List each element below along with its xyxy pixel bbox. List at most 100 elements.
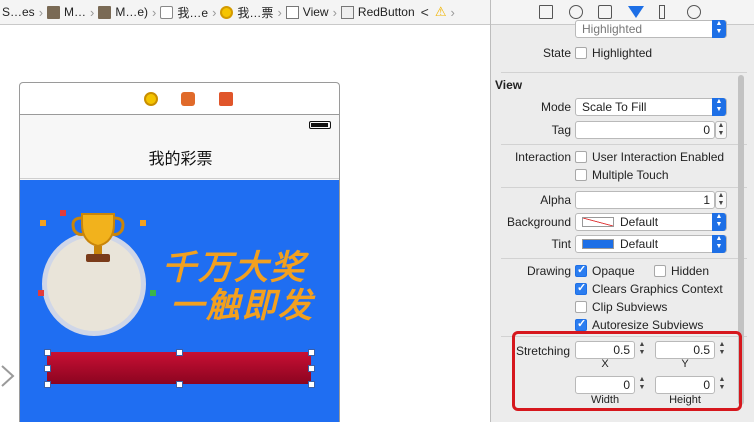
breadcrumb-label: M…e) [115,5,149,19]
mode-value: Scale To Fill [582,100,647,114]
folder-icon [47,5,61,19]
entry-point-arrow-icon [1,365,15,387]
resize-handle[interactable] [308,381,315,388]
resize-handle[interactable] [44,381,51,388]
red-button[interactable] [47,352,311,384]
chevron-right-icon: › [332,4,337,20]
view-controller-icon[interactable] [144,92,158,106]
jump-bar: S…es › M… › M…e) › 我…e › 我…票 › View › Re… [0,0,490,25]
breadcrumb-redbutton[interactable]: RedButton [339,0,417,24]
highlighted-label: Highlighted [582,22,643,36]
tag-stepper[interactable]: ▲ ▼ [715,121,727,139]
confetti-icon [150,290,156,296]
interaction-label: Interaction [514,150,571,164]
autoresize-checkbox[interactable] [575,317,587,331]
chevron-right-icon: › [38,4,44,20]
background-select[interactable]: Default ▲ ▼ [575,213,727,231]
divider [501,144,747,145]
hidden-label: Hidden [671,264,710,278]
resize-handle[interactable] [176,381,183,388]
tint-select[interactable]: Default ▲ ▼ [575,235,727,253]
color-swatch [582,239,614,249]
clears-graphics-checkbox[interactable] [575,281,587,295]
breadcrumb-label: 我…票 [237,5,274,20]
clip-subviews-checkbox[interactable] [575,301,587,313]
chevron-updown-icon: ▲ ▼ [712,20,726,38]
highlighted-checkbox[interactable] [575,47,587,59]
hidden-checkbox[interactable] [654,265,666,277]
size-inspector-icon[interactable] [659,5,665,19]
opaque-label: Opaque [592,264,635,278]
tag-label: Tag [551,123,571,137]
background-label: Background [506,215,571,229]
tint-label: Tint [551,237,571,251]
connections-inspector-icon[interactable] [687,5,701,19]
multiple-touch-checkbox[interactable] [575,169,587,181]
chevron-right-icon: › [212,4,217,20]
battery-icon [309,121,331,129]
chevron-right-icon: › [152,4,157,20]
scene-dock [19,82,340,114]
section-title-view: View [495,78,523,92]
confetti-icon [140,220,146,226]
multiple-touch-label: Multiple Touch [592,168,669,182]
breadcrumb-view[interactable]: View [284,0,331,24]
opaque-checkbox[interactable] [575,263,587,277]
next-issue-button[interactable]: › [448,5,456,20]
file-inspector-icon[interactable] [539,5,553,19]
multiple-touch-row: Multiple Touch [491,166,754,184]
tint-row: Tint Default ▲ ▼ [491,235,754,253]
background-value: Default [620,215,659,229]
image-view-icon [340,5,354,19]
confetti-icon [38,290,44,296]
user-interaction-checkbox[interactable] [575,151,587,163]
clip-subviews-row: Clip Subviews [491,298,754,316]
attributes-inspector-icon[interactable] [628,6,644,18]
interaction-row: Interaction User Interaction Enabled [491,148,754,166]
warning-icon[interactable]: ⚠ [433,4,449,20]
breadcrumb-project[interactable]: S…es [0,0,37,24]
previous-issue-button[interactable]: < [417,4,433,20]
first-responder-icon[interactable] [181,92,195,106]
autoresize-label: Autoresize Subviews [592,318,704,332]
storyboard-canvas[interactable]: 我的彩票 千万大奖 一触即发 [0,26,490,422]
resize-handle[interactable] [308,365,315,372]
mode-select[interactable]: Scale To Fill ▲ ▼ [575,98,727,116]
resize-handle[interactable] [308,349,315,356]
tint-value: Default [620,237,659,251]
chevron-right-icon: › [277,4,282,20]
highlighted-image-field[interactable]: Highlighted ▲ ▼ [575,20,727,38]
breadcrumb-label: View [302,5,329,19]
exit-icon[interactable] [219,92,233,106]
navigation-bar[interactable]: 我的彩票 [20,135,339,179]
alpha-field[interactable]: 1 [575,191,715,209]
identity-inspector-icon[interactable] [598,5,612,19]
chevron-updown-icon: ▲ ▼ [712,98,726,116]
folder-icon [98,5,112,19]
clip-subviews-label: Clip Subviews [592,300,668,314]
confetti-icon [60,210,66,216]
highlighted-checkbox-label: Highlighted [592,46,653,60]
state-label: State [542,46,571,60]
tag-row: Tag 0 ▲ ▼ [491,121,754,139]
clears-graphics-row: Clears Graphics Context [491,280,754,298]
alpha-stepper[interactable]: ▲ ▼ [715,191,727,209]
confetti-icon [40,220,46,226]
resize-handle[interactable] [176,349,183,356]
breadcrumb-label: M… [64,5,87,19]
mode-label: Mode [540,100,571,114]
drawing-row: Drawing Opaque Hidden [491,262,754,280]
breadcrumb-label: 我…e [177,5,209,20]
tag-field[interactable]: 0 [575,121,715,139]
breadcrumb-scene[interactable]: 我…票 [218,0,275,24]
breadcrumb-subgroup[interactable]: M…e) [96,0,150,24]
drawing-label: Drawing [526,264,571,278]
breadcrumb-group[interactable]: M… [45,0,88,24]
resize-handle[interactable] [44,349,51,356]
annotation-highlight-box [512,331,742,411]
view-controller-icon [220,5,234,19]
quick-help-icon[interactable] [569,5,583,19]
chevron-updown-icon: ▲ ▼ [712,235,726,253]
breadcrumb-storyboard[interactable]: 我…e [158,0,210,24]
resize-handle[interactable] [44,365,51,372]
